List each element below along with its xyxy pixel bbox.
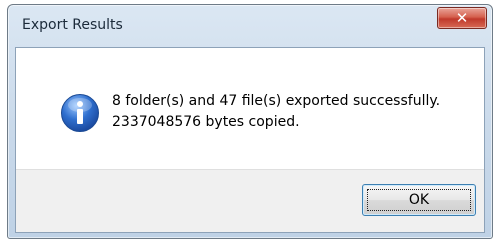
button-bar: OK bbox=[16, 169, 484, 232]
dialog-window: Export Results ✕ 8 folder(s) and 47 file… bbox=[7, 4, 493, 239]
title-bar[interactable]: Export Results ✕ bbox=[8, 5, 492, 47]
message-line-2: 2337048576 bytes copied. bbox=[112, 114, 300, 130]
message-line-1: 8 folder(s) and 47 file(s) exported succ… bbox=[112, 93, 441, 109]
ok-button-label: OK bbox=[408, 192, 430, 208]
dialog-client-area: 8 folder(s) and 47 file(s) exported succ… bbox=[15, 47, 485, 233]
message-text: 8 folder(s) and 47 file(s) exported succ… bbox=[112, 91, 440, 133]
window-title: Export Results bbox=[22, 17, 123, 33]
close-button[interactable]: ✕ bbox=[437, 7, 487, 29]
close-icon: ✕ bbox=[455, 9, 469, 27]
message-area: 8 folder(s) and 47 file(s) exported succ… bbox=[16, 48, 484, 172]
info-icon bbox=[61, 94, 99, 132]
ok-button[interactable]: OK bbox=[362, 184, 476, 216]
